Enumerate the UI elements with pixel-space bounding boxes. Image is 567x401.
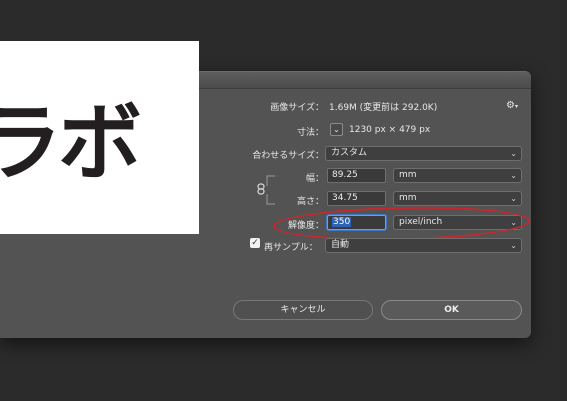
- check-icon: ✓: [251, 238, 259, 248]
- height-field[interactable]: 34.75: [327, 191, 386, 206]
- link-icon[interactable]: [256, 183, 268, 195]
- dimensions-label: 寸法：: [296, 128, 324, 138]
- chevron-down-icon: ⌄: [510, 241, 517, 250]
- image-size-label: 画像サイズ：: [270, 103, 324, 113]
- chevron-down-icon: ⌄: [510, 171, 517, 180]
- chevron-down-icon: ⌄: [510, 194, 517, 203]
- fit-to-label: 合わせるサイズ：: [252, 151, 324, 161]
- resample-checkbox[interactable]: ✓: [250, 238, 260, 248]
- image-size-value: 1.69M (変更前は 292.0K): [329, 103, 438, 113]
- preview-artwork-text: ラボ: [0, 94, 142, 192]
- dimensions-unit-toggle[interactable]: ⌄: [330, 123, 343, 136]
- chevron-down-icon: ⌄: [333, 125, 340, 134]
- width-unit-value: mm: [399, 170, 417, 180]
- dimensions-value: 1230 px × 479 px: [349, 125, 431, 135]
- resample-label: 再サンプル：: [264, 243, 318, 253]
- width-label: 幅：: [305, 174, 324, 184]
- ok-button[interactable]: OK: [381, 300, 522, 320]
- gear-icon[interactable]: ⚙▾: [506, 100, 518, 111]
- height-unit-select[interactable]: mm ⌄: [393, 191, 522, 206]
- chevron-down-icon: ⌄: [510, 149, 517, 158]
- resample-select[interactable]: 自動 ⌄: [325, 238, 522, 253]
- cancel-button[interactable]: キャンセル: [233, 300, 373, 320]
- image-preview[interactable]: ラボ: [0, 41, 199, 234]
- height-label: 高さ：: [296, 197, 324, 207]
- resample-value: 自動: [331, 240, 350, 250]
- fit-to-value: カスタム: [331, 148, 368, 158]
- width-field[interactable]: 89.25: [327, 168, 386, 183]
- fit-to-select[interactable]: カスタム ⌄: [325, 146, 522, 161]
- height-unit-value: mm: [399, 193, 417, 203]
- width-unit-select[interactable]: mm ⌄: [393, 168, 522, 183]
